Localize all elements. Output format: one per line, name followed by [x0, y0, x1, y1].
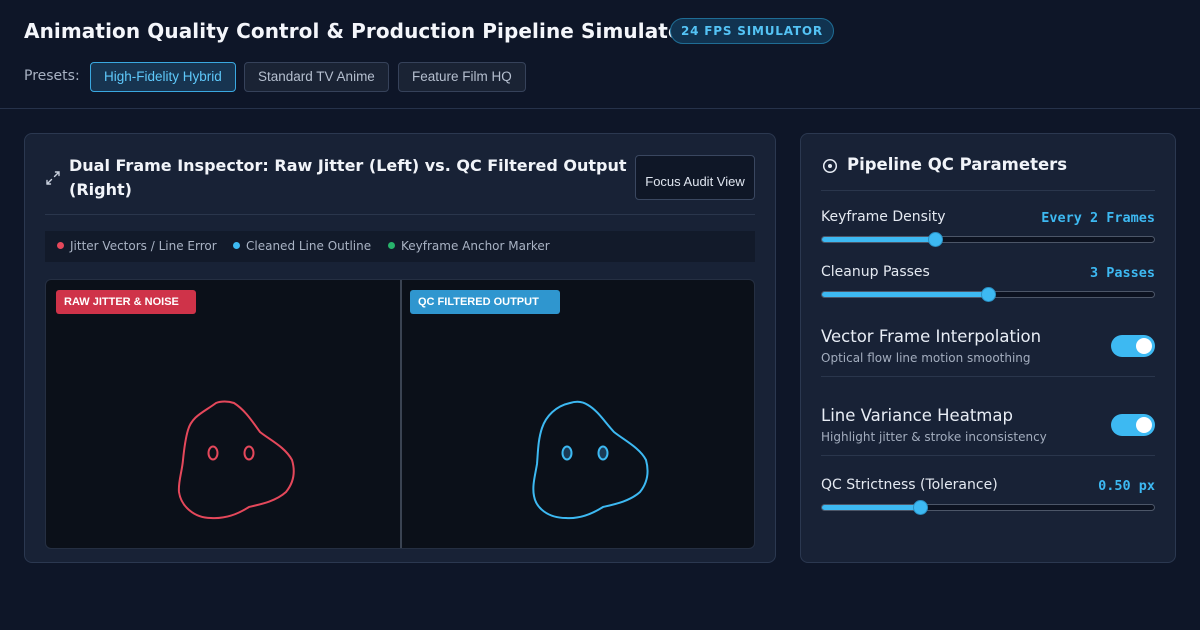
vector-interpolation-label: Vector Frame Interpolation — [821, 327, 1042, 346]
preset-feature-film-hq-button[interactable]: Feature Film HQ — [398, 62, 526, 92]
qc-right-eye — [597, 445, 609, 461]
qc-strictness-slider[interactable] — [821, 500, 1155, 515]
legend: Jitter Vectors / Line Error Cleaned Line… — [45, 231, 755, 262]
qc-strictness-slider-thumb[interactable] — [912, 500, 928, 515]
legend-dot-jitter — [57, 242, 64, 249]
cleanup-passes-slider[interactable] — [821, 287, 1155, 302]
preset-standard-tv-anime-button[interactable]: Standard TV Anime — [244, 62, 389, 92]
line-variance-toggle-knob — [1136, 417, 1152, 433]
legend-item-jitter: Jitter Vectors / Line Error — [57, 239, 217, 253]
params-title: Pipeline QC Parameters — [847, 155, 1068, 174]
vector-interpolation-description: Optical flow line motion smoothing — [821, 351, 1031, 365]
toggle-divider-1 — [821, 376, 1155, 377]
raw-right-eye — [243, 445, 255, 461]
legend-dot-keyframe — [388, 242, 395, 249]
legend-dot-cleaned — [233, 242, 240, 249]
inspector-divider — [45, 214, 755, 215]
frame-viewer[interactable]: RAW JITTER & NOISE QC FILTERED OUTPUT — [45, 279, 755, 549]
raw-jitter-badge: RAW JITTER & NOISE — [56, 290, 196, 314]
vector-interpolation-toggle-knob — [1136, 338, 1152, 354]
app-header: Animation Quality Control & Production P… — [0, 0, 1200, 109]
toggle-divider-2 — [821, 455, 1155, 456]
qc-filtered-badge: QC FILTERED OUTPUT — [410, 290, 560, 314]
line-variance-description: Highlight jitter & stroke inconsistency — [821, 430, 1047, 444]
app-title: Animation Quality Control & Production P… — [24, 19, 692, 43]
fps-badge: 24 FPS SIMULATOR — [670, 18, 834, 44]
qc-left-eye — [561, 445, 573, 461]
cleanup-passes-label: Cleanup Passes — [821, 264, 930, 280]
raw-jitter-outline — [177, 400, 295, 520]
inspector-title: Dual Frame Inspector: Raw Jitter (Left) … — [69, 156, 627, 199]
line-variance-toggle[interactable] — [1111, 414, 1155, 436]
cleanup-passes-value: 3 Passes — [1089, 265, 1155, 281]
pipeline-qc-parameters-panel: Pipeline QC Parameters Keyframe Density … — [800, 133, 1176, 563]
keyframe-density-slider-thumb[interactable] — [927, 232, 943, 247]
qc-strictness-slider-fill — [822, 505, 920, 510]
qc-cleaned-outline — [532, 400, 649, 520]
legend-item-keyframe: Keyframe Anchor Marker — [388, 239, 550, 253]
keyframe-density-slider[interactable] — [821, 232, 1155, 247]
cleanup-passes-slider-thumb[interactable] — [981, 287, 996, 302]
frame-split-divider[interactable] — [400, 280, 402, 548]
qc-strictness-label: QC Strictness (Tolerance) — [821, 477, 998, 493]
keyframe-density-value: Every 2 Frames — [1041, 210, 1155, 226]
vector-interpolation-toggle[interactable] — [1111, 335, 1155, 357]
legend-item-cleaned: Cleaned Line Outline — [233, 239, 371, 253]
keyframe-density-slider-fill — [822, 237, 935, 242]
line-variance-label: Line Variance Heatmap — [821, 406, 1013, 425]
params-divider — [821, 190, 1155, 191]
qc-strictness-value: 0.50 px — [1098, 478, 1155, 494]
target-icon — [822, 158, 838, 174]
preset-high-fidelity-hybrid-button[interactable]: High-Fidelity Hybrid — [90, 62, 236, 92]
presets-label: Presets: — [24, 68, 80, 84]
raw-left-eye — [207, 445, 219, 461]
cleanup-passes-slider-fill — [822, 292, 988, 297]
dual-frame-inspector-panel: Dual Frame Inspector: Raw Jitter (Left) … — [24, 133, 776, 563]
expand-icon — [46, 171, 60, 185]
focus-audit-view-button[interactable]: Focus Audit View — [635, 155, 755, 200]
keyframe-density-label: Keyframe Density — [821, 209, 946, 225]
